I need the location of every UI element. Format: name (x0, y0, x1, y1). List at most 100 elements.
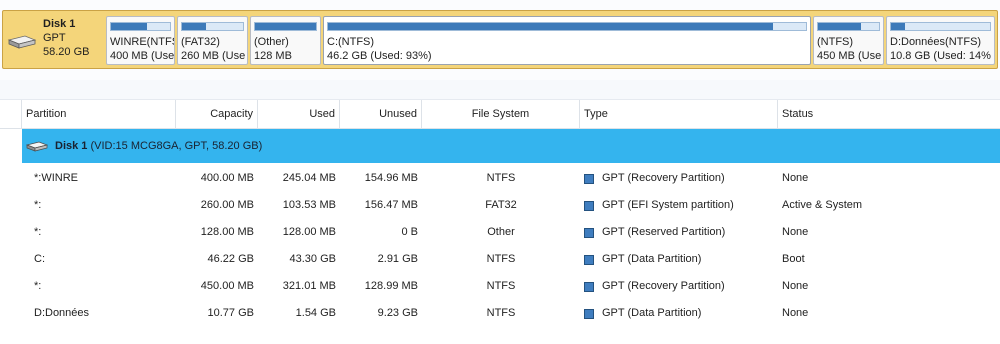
partition-info: 260 MB (Use (181, 50, 246, 62)
cell-type-text: GPT (Data Partition) (602, 307, 702, 319)
usage-fill (255, 23, 316, 30)
cell-type: GPT (Reserved Partition) (584, 219, 780, 246)
cell-status: None (782, 226, 809, 238)
hard-drive-icon (7, 35, 37, 49)
partition-type-square-icon (584, 201, 594, 211)
column-header-partition[interactable]: Partition (22, 100, 176, 129)
usage-bar (890, 22, 991, 31)
cell-capacity: 400.00 MB (200, 172, 254, 184)
partition-type-square-icon (584, 174, 594, 184)
cell-used: 103.53 MB (282, 199, 336, 211)
usage-bar (181, 22, 244, 31)
cell-status: None (782, 307, 809, 319)
cell-file-system: NTFS (486, 280, 516, 292)
hard-drive-icon (26, 141, 48, 152)
table-row[interactable]: D:Données 10.77 GB 1.54 GB 9.23 GB NTFS … (0, 300, 1000, 327)
cell-capacity: 450.00 MB (200, 280, 254, 292)
partition-block-d[interactable]: D:Données(NTFS) 10.8 GB (Used: 14% (886, 16, 995, 65)
usage-bar (327, 22, 807, 31)
cell-type-text: GPT (EFI System partition) (602, 199, 734, 211)
cell-used: 128.00 MB (282, 226, 336, 238)
cell-unused: 128.99 MB (364, 280, 418, 292)
disk-card[interactable]: Disk 1 GPT 58.20 GB WINRE(NTFS 400 MB (U… (2, 10, 998, 69)
cell-capacity: 46.22 GB (207, 253, 254, 265)
partition-label: WINRE(NTFS (110, 36, 175, 48)
header-gutter (0, 100, 22, 129)
cell-type-text: GPT (Data Partition) (602, 253, 702, 265)
partition-block-fat32[interactable]: (FAT32) 260 MB (Use (177, 16, 248, 65)
cell-unused: 9.23 GB (377, 307, 418, 319)
cell-used: 1.54 GB (295, 307, 336, 319)
table-row[interactable]: *: 450.00 MB 321.01 MB 128.99 MB NTFS GP… (0, 273, 1000, 300)
usage-fill (328, 23, 773, 30)
partition-type-square-icon (584, 255, 594, 265)
partition-label: C:(NTFS) (327, 36, 375, 48)
partition-table: Partition Capacity Used Unused File Syst… (0, 100, 1000, 344)
disk-info[interactable]: Disk 1 GPT 58.20 GB (7, 16, 103, 64)
disk-row-selected[interactable]: Disk 1 (VID:15 MCG8GA, GPT, 58.20 GB) (22, 129, 1000, 163)
cell-unused: 2.91 GB (377, 253, 418, 265)
cell-capacity: 10.77 GB (207, 307, 254, 319)
cell-used: 321.01 MB (282, 280, 336, 292)
column-header-status[interactable]: Status (778, 100, 1000, 129)
usage-fill (182, 23, 207, 30)
cell-type: GPT (Data Partition) (584, 300, 780, 327)
cell-partition: *: (34, 199, 42, 211)
table-row[interactable]: C: 46.22 GB 43.30 GB 2.91 GB NTFS GPT (D… (0, 246, 1000, 273)
cell-partition: *:WINRE (34, 172, 78, 184)
column-header-used[interactable]: Used (258, 100, 340, 129)
cell-type: GPT (Recovery Partition) (584, 273, 780, 300)
cell-partition: *: (34, 226, 42, 238)
cell-type: GPT (Data Partition) (584, 246, 780, 273)
cell-partition: D:Données (34, 307, 90, 319)
partition-label: D:Données(NTFS) (890, 36, 982, 48)
cell-unused: 154.96 MB (364, 172, 418, 184)
partition-info: 10.8 GB (Used: 14% (890, 50, 991, 62)
partition-block-other[interactable]: (Other) 128 MB (250, 16, 321, 65)
usage-fill (818, 23, 862, 30)
cell-status: None (782, 172, 809, 184)
cell-used: 43.30 GB (289, 253, 336, 265)
cell-type: GPT (Recovery Partition) (584, 165, 780, 192)
disk-size: 58.20 GB (43, 46, 90, 58)
usage-bar (817, 22, 880, 31)
table-row[interactable]: *:WINRE 400.00 MB 245.04 MB 154.96 MB NT… (0, 165, 1000, 192)
disk-row-name: Disk 1 (55, 140, 88, 152)
column-header-capacity[interactable]: Capacity (176, 100, 258, 129)
usage-fill (891, 23, 905, 30)
column-header-type[interactable]: Type (580, 100, 778, 129)
cell-file-system: FAT32 (485, 199, 517, 211)
cell-unused: 156.47 MB (364, 199, 418, 211)
partition-type-square-icon (584, 282, 594, 292)
column-header-unused[interactable]: Unused (340, 100, 422, 129)
cell-file-system: NTFS (486, 253, 516, 265)
cell-unused: 0 B (401, 226, 418, 238)
cell-used: 245.04 MB (282, 172, 336, 184)
cell-status: Boot (782, 253, 805, 265)
partition-info: 46.2 GB (Used: 93%) (327, 50, 432, 62)
table-row[interactable]: *: 260.00 MB 103.53 MB 156.47 MB FAT32 G… (0, 192, 1000, 219)
partition-type-square-icon (584, 309, 594, 319)
partition-block-recovery-ntfs[interactable]: (NTFS) 450 MB (Use (813, 16, 884, 65)
disk-map-panel: Disk 1 GPT 58.20 GB WINRE(NTFS 400 MB (U… (0, 0, 1000, 80)
cell-capacity: 260.00 MB (200, 199, 254, 211)
partition-label: (Other) (254, 36, 289, 48)
disk-row-details: (VID:15 MCG8GA, GPT, 58.20 GB) (90, 140, 263, 152)
cell-partition: C: (34, 253, 45, 265)
partition-label: (FAT32) (181, 36, 220, 48)
disk-row-text: Disk 1 (VID:15 MCG8GA, GPT, 58.20 GB) (55, 129, 262, 163)
column-header-file-system[interactable]: File System (422, 100, 580, 129)
table-row[interactable]: *: 128.00 MB 128.00 MB 0 B Other GPT (Re… (0, 219, 1000, 246)
partition-type-square-icon (584, 228, 594, 238)
usage-fill (111, 23, 147, 30)
partition-block-winre[interactable]: WINRE(NTFS 400 MB (Use (106, 16, 175, 65)
partition-info: 400 MB (Use (110, 50, 175, 62)
usage-bar (254, 22, 317, 31)
partition-label: (NTFS) (817, 36, 854, 48)
panel-separator (0, 80, 1000, 100)
disk-type: GPT (43, 32, 66, 44)
cell-type-text: GPT (Recovery Partition) (602, 172, 725, 184)
partition-block-c[interactable]: C:(NTFS) 46.2 GB (Used: 93%) (323, 16, 811, 65)
cell-type: GPT (EFI System partition) (584, 192, 780, 219)
cell-type-text: GPT (Recovery Partition) (602, 280, 725, 292)
